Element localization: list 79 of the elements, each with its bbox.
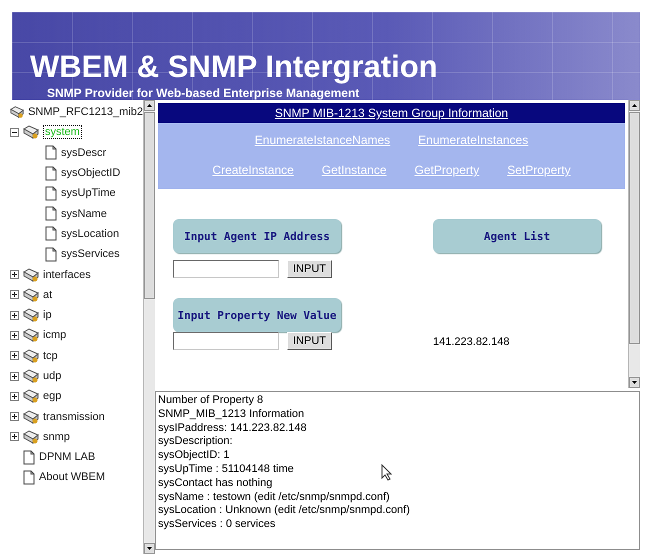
document-icon — [45, 206, 57, 222]
expand-toggle[interactable] — [10, 290, 19, 300]
section-heading: Input Agent IP Address — [173, 219, 341, 253]
folder-icon — [23, 369, 39, 383]
scroll-up-button[interactable] — [629, 100, 640, 111]
document-icon — [45, 246, 57, 262]
document-icon — [45, 186, 57, 201]
section-heading: Agent List — [433, 219, 601, 253]
output-line: sysName : testown (edit /etc/snmp/snmpd.conf) — [158, 490, 390, 504]
tree-item[interactable]: sysLocation — [61, 228, 120, 240]
document-icon — [23, 450, 35, 465]
output-line: sysObjectID: 1 — [158, 449, 230, 463]
document-icon — [45, 166, 57, 181]
tree-item[interactable]: snmp — [43, 430, 70, 443]
tree-item[interactable]: DPNM LAB — [39, 451, 96, 464]
scrollbar[interactable] — [143, 100, 155, 554]
collapse-toggle[interactable] — [10, 128, 19, 137]
output-line: sysDescription: — [158, 435, 233, 450]
down-arrow-icon — [632, 381, 637, 384]
input-button[interactable]: INPUT — [287, 332, 332, 350]
folder-icon — [23, 410, 39, 424]
folder-icon — [23, 430, 39, 444]
scroll-up-button[interactable] — [144, 100, 155, 111]
output-line: sysUpTime : 51104148 time — [158, 462, 294, 477]
expand-toggle[interactable] — [10, 392, 19, 401]
document-icon — [23, 470, 35, 485]
agent-address[interactable]: 141.223.82.148 — [433, 336, 625, 348]
down-arrow-icon — [147, 547, 152, 550]
tree-item[interactable]: transmission — [43, 410, 105, 423]
expand-toggle[interactable] — [10, 432, 19, 442]
folder-icon — [23, 389, 39, 404]
banner-title: WBEM & SNMP Intergration — [30, 48, 439, 86]
tree-item[interactable]: icmp — [43, 329, 66, 342]
scroll-down-button[interactable] — [144, 543, 155, 554]
output-line: Number of Property 8 — [158, 394, 264, 408]
tree-item[interactable]: sysDescr — [61, 146, 106, 159]
output-line: sysIPaddress: 141.223.82.148 — [158, 422, 307, 436]
section-header: SNMP MIB-1213 System Group Information — [158, 103, 625, 123]
tree-item[interactable]: tcp — [43, 350, 58, 362]
pointer-icon — [381, 464, 392, 481]
folder-icon — [23, 288, 39, 302]
output-line: SNMP_MIB_1213 Information — [158, 408, 304, 422]
scroll-down-button[interactable] — [629, 377, 640, 388]
tree-item[interactable]: sysServices — [61, 248, 120, 260]
input-button[interactable]: INPUT — [287, 260, 332, 278]
expand-toggle[interactable] — [10, 351, 19, 360]
section-heading: Input Property New Value — [173, 298, 341, 332]
banner-subtitle: SNMP Provider for Web-based Enterprise Management — [46, 86, 360, 100]
expand-toggle[interactable] — [10, 412, 19, 422]
output-line: sysContact has nothing — [158, 476, 272, 491]
folder-icon — [23, 348, 39, 363]
ip-address-field[interactable] — [173, 260, 279, 278]
tree-item[interactable]: sysObjectID — [61, 167, 120, 180]
expand-toggle[interactable] — [10, 330, 19, 340]
expand-toggle[interactable] — [10, 310, 19, 320]
tree-item[interactable]: ip — [43, 309, 52, 322]
output-line: sysLocation : Unknown (edit /etc/snmp/snmpd.conf) — [158, 504, 410, 518]
tree-item[interactable]: udp — [43, 370, 62, 382]
document-icon — [45, 226, 57, 242]
folder-icon — [23, 268, 39, 282]
tree-item[interactable]: sysUpTime — [61, 187, 116, 200]
output-line: sysServices : 0 services — [158, 518, 276, 532]
up-arrow-icon — [632, 104, 637, 107]
expand-toggle[interactable] — [10, 372, 19, 380]
property-value-field[interactable] — [173, 332, 279, 350]
folder-icon — [23, 125, 39, 140]
document-icon — [45, 145, 57, 160]
tree-item[interactable]: interfaces — [43, 268, 91, 281]
up-arrow-icon — [147, 104, 152, 107]
tree-item[interactable]: sysName — [61, 208, 107, 220]
tree-item[interactable]: at — [43, 288, 52, 301]
scrollbar[interactable] — [628, 100, 640, 388]
tree-item[interactable]: egp — [43, 390, 62, 402]
tree-root[interactable]: SNMP_RFC1213_mib2 — [28, 106, 143, 118]
folder-icon — [10, 105, 24, 120]
folder-icon — [23, 308, 39, 322]
expand-toggle[interactable] — [10, 270, 19, 280]
tree-item[interactable]: About WBEM — [39, 471, 106, 484]
folder-icon — [23, 328, 39, 342]
